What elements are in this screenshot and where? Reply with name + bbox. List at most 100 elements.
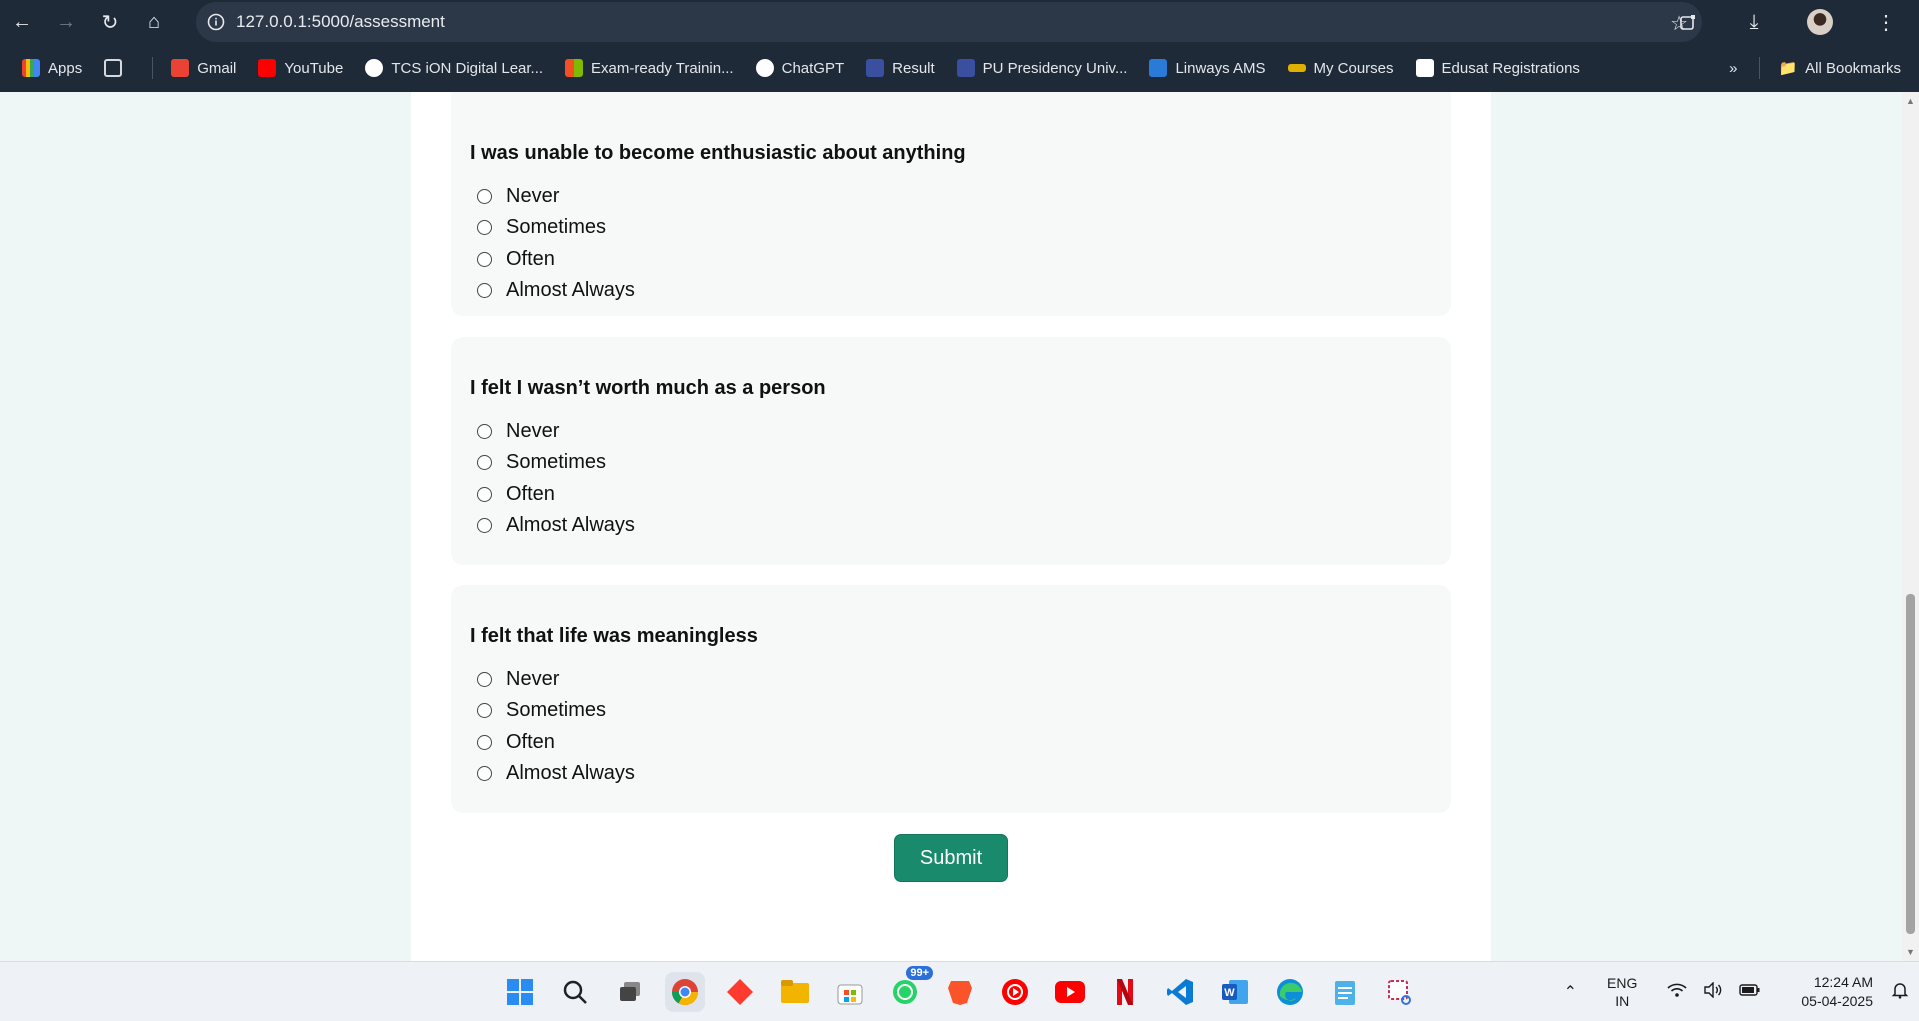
chrome-icon[interactable] — [665, 972, 705, 1012]
bookmark-result[interactable]: Result — [866, 59, 935, 77]
volume-icon[interactable] — [1703, 980, 1723, 1003]
page-scrollbar[interactable]: ▲ ▼ — [1902, 92, 1919, 961]
brave-icon[interactable] — [940, 972, 980, 1012]
edge-icon[interactable] — [1270, 972, 1310, 1012]
youtube-icon — [258, 59, 277, 77]
radio-button[interactable] — [477, 487, 492, 502]
question-text: I was unable to become enthusiastic abou… — [470, 142, 966, 164]
vscode-icon[interactable] — [1160, 972, 1200, 1012]
file-explorer-icon[interactable] — [775, 972, 815, 1012]
show-hidden-icons-chevron-icon[interactable]: ⌃ — [1564, 982, 1577, 1002]
reload-icon[interactable]: ↻ — [88, 0, 132, 44]
clock[interactable]: 12:24 AM 05-04-2025 — [1801, 973, 1873, 1011]
bookmark-apps[interactable]: Apps — [22, 59, 82, 77]
windows-start-icon[interactable] — [500, 972, 540, 1012]
bookmark-linways[interactable]: Linways AMS — [1149, 59, 1266, 77]
bookmark-my-courses[interactable]: My Courses — [1287, 60, 1394, 77]
option-almost-always[interactable]: Almost Always — [477, 279, 635, 302]
scroll-thumb[interactable] — [1906, 594, 1915, 934]
option-never[interactable]: Never — [477, 420, 559, 443]
option-almost-always[interactable]: Almost Always — [477, 762, 635, 785]
system-tray: ⌃ ENG IN 12:24 AM 05-04-2025 — [1564, 962, 1919, 1021]
bookmarks-separator — [152, 57, 154, 79]
bookmark-exam-ready[interactable]: Exam-ready Trainin... — [565, 59, 734, 77]
forward-icon[interactable]: → — [44, 0, 88, 44]
url-text[interactable]: 127.0.0.1:5000/assessment — [236, 12, 445, 32]
more-bookmarks-chevron-icon[interactable]: » — [1729, 60, 1737, 77]
pu-icon — [956, 59, 975, 77]
radio-button[interactable] — [477, 766, 492, 781]
radio-button[interactable] — [477, 455, 492, 470]
word-icon[interactable]: W — [1215, 972, 1255, 1012]
radio-button[interactable] — [477, 703, 492, 718]
youtube-music-icon[interactable] — [995, 972, 1035, 1012]
radio-button[interactable] — [477, 424, 492, 439]
extensions-icon[interactable] — [1655, 0, 1721, 44]
result-icon — [866, 59, 885, 77]
bookmarks-separator-right — [1759, 57, 1761, 79]
option-sometimes[interactable]: Sometimes — [477, 699, 606, 722]
bookmark-youtube[interactable]: YouTube — [258, 59, 343, 77]
bookmark-edusat[interactable]: Edusat Registrations — [1415, 59, 1580, 77]
scroll-down-arrow-icon[interactable]: ▼ — [1906, 947, 1915, 957]
page-viewport: I was unable to become enthusiastic abou… — [0, 92, 1919, 961]
linways-icon — [1149, 59, 1168, 77]
download-icon[interactable]: ⤓ — [1721, 0, 1787, 44]
assessment-card: I was unable to become enthusiastic abou… — [411, 92, 1491, 961]
option-sometimes[interactable]: Sometimes — [477, 451, 606, 474]
radio-button[interactable] — [477, 189, 492, 204]
radio-button[interactable] — [477, 518, 492, 533]
notepad-icon[interactable] — [1325, 972, 1365, 1012]
folder-icon: 📁 — [1778, 60, 1798, 77]
bookmark-chatgpt[interactable]: ChatGPT — [755, 59, 844, 77]
all-bookmarks-link[interactable]: All Bookmarks — [1805, 60, 1901, 77]
tcs-ion-icon — [365, 59, 384, 77]
option-never[interactable]: Never — [477, 185, 559, 208]
back-icon[interactable]: ← — [0, 0, 44, 44]
option-sometimes[interactable]: Sometimes — [477, 216, 606, 239]
tab-groups-icon — [104, 59, 123, 77]
address-bar[interactable]: 127.0.0.1:5000/assessment ☆ — [196, 2, 1702, 42]
home-icon[interactable]: ⌂ — [132, 0, 176, 44]
question-block: I felt that life was meaningless Never S… — [451, 585, 1451, 813]
radio-button[interactable] — [477, 252, 492, 267]
edusat-icon — [1415, 59, 1434, 77]
submit-button[interactable]: Submit — [894, 834, 1008, 882]
scroll-up-arrow-icon[interactable]: ▲ — [1906, 96, 1915, 106]
snipping-tool-icon[interactable] — [1380, 972, 1420, 1012]
option-often[interactable]: Often — [477, 731, 555, 754]
wifi-icon[interactable] — [1667, 982, 1687, 1003]
radio-button[interactable] — [477, 283, 492, 298]
radio-button[interactable] — [477, 672, 492, 687]
avatar — [1807, 9, 1833, 35]
chatgpt-icon — [755, 59, 774, 77]
bookmark-tab-groups[interactable] — [104, 59, 130, 77]
profile-avatar[interactable] — [1787, 0, 1853, 44]
radio-button[interactable] — [477, 735, 492, 750]
bookmark-pu-presidency[interactable]: PU Presidency Univ... — [956, 59, 1127, 77]
app-diamond-icon[interactable] — [720, 972, 760, 1012]
whatsapp-icon[interactable]: 99+ — [885, 966, 933, 1012]
option-almost-always[interactable]: Almost Always — [477, 514, 635, 537]
bookmarks-bar: Apps Gmail YouTube TCS iON Digital Lear.… — [0, 44, 1919, 92]
netflix-icon[interactable] — [1105, 972, 1145, 1012]
site-info-icon[interactable] — [196, 13, 236, 31]
youtube-app-icon[interactable] — [1050, 972, 1090, 1012]
microsoft-icon — [565, 59, 584, 77]
store-icon[interactable] — [830, 972, 870, 1012]
radio-button[interactable] — [477, 220, 492, 235]
notification-bell-icon[interactable] — [1891, 981, 1909, 1004]
bookmark-gmail[interactable]: Gmail — [171, 59, 236, 77]
menu-kebab-icon[interactable]: ⋮ — [1853, 0, 1919, 44]
task-view-icon[interactable] — [610, 972, 650, 1012]
question-text: I felt I wasn’t worth much as a person — [470, 377, 826, 399]
bookmark-tcs-ion[interactable]: TCS iON Digital Lear... — [365, 59, 543, 77]
language-indicator[interactable]: ENG IN — [1607, 974, 1637, 1010]
search-icon[interactable] — [555, 972, 595, 1012]
question-text: I felt that life was meaningless — [470, 625, 758, 647]
option-often[interactable]: Often — [477, 248, 555, 271]
taskbar: 99+ W ⌃ ENG IN 12:24 AM 05-04-2025 — [0, 961, 1919, 1021]
option-often[interactable]: Often — [477, 483, 555, 506]
battery-icon[interactable] — [1739, 983, 1761, 1002]
option-never[interactable]: Never — [477, 668, 559, 691]
